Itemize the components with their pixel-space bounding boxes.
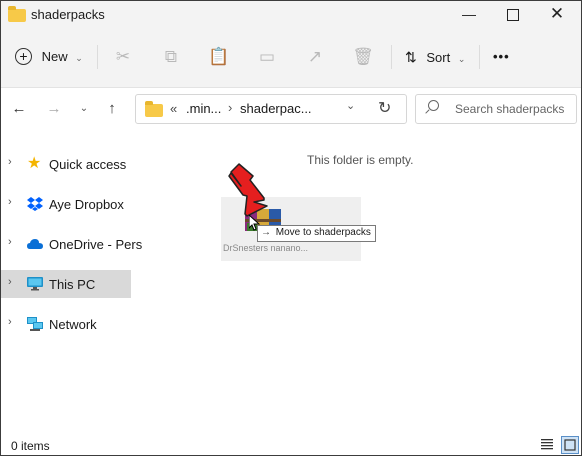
chevron-down-icon: ⌄	[75, 53, 83, 63]
command-bar: + New ⌄ ✂ ⧉ 📋 ▭ ↗ 🗑 ⇅ Sort ⌄ •••	[1, 29, 581, 88]
folder-icon	[8, 6, 26, 22]
toolbar-divider	[97, 45, 98, 69]
red-arrow-annotation	[219, 162, 269, 218]
expand-chevron-icon[interactable]: ›	[8, 316, 12, 328]
dropbox-icon	[27, 196, 43, 212]
expand-chevron-icon[interactable]: ›	[8, 156, 12, 168]
share-icon[interactable]: ↗	[301, 43, 329, 71]
overflow-crumb[interactable]: «	[170, 101, 177, 116]
sidebar-item-this-pc[interactable]: › This PC	[1, 270, 131, 298]
expand-chevron-icon[interactable]: ›	[8, 196, 12, 208]
sort-button[interactable]: ⇅ Sort ⌄	[405, 43, 475, 71]
refresh-icon[interactable]: ↻	[378, 98, 391, 118]
forward-arrow-icon[interactable]: →	[43, 98, 65, 120]
paste-icon[interactable]: 📋	[205, 43, 233, 71]
breadcrumb-minecraft[interactable]: .min...	[186, 101, 221, 116]
folder-icon	[145, 101, 163, 117]
network-icon	[27, 316, 43, 332]
move-tooltip: → Move to shaderpacks	[257, 225, 376, 242]
sidebar-item-network[interactable]: › Network	[1, 310, 131, 338]
cloud-icon	[27, 236, 43, 252]
copy-icon[interactable]: ⧉	[157, 43, 185, 71]
large-icons-view-icon[interactable]	[561, 436, 579, 454]
details-view-icon[interactable]	[541, 438, 553, 450]
empty-folder-message: This folder is empty.	[307, 153, 414, 167]
cut-icon[interactable]: ✂	[109, 43, 137, 71]
expand-chevron-icon[interactable]: ›	[8, 276, 12, 288]
expand-chevron-icon[interactable]: ›	[8, 236, 12, 248]
chevron-right-icon: ›	[228, 100, 233, 115]
maximize-button[interactable]	[491, 1, 535, 29]
sidebar-item-label: Network	[49, 317, 97, 332]
computer-monitor-icon	[27, 276, 43, 292]
close-button[interactable]: ✕	[535, 1, 579, 29]
star-icon: ★	[27, 155, 42, 172]
sort-icon: ⇅	[405, 49, 417, 65]
navigation-pane: › ★ Quick access › Aye Dropbox › OneDriv…	[1, 130, 142, 430]
new-button[interactable]: + New ⌄	[15, 43, 87, 71]
chevron-down-icon: ⌄	[457, 54, 466, 64]
move-tooltip-label: Move to shaderpacks	[275, 227, 371, 238]
rename-icon[interactable]: ▭	[253, 43, 281, 71]
status-bar: 0 items	[1, 433, 581, 455]
sort-button-label: Sort	[426, 50, 451, 65]
back-arrow-icon[interactable]: ←	[8, 98, 30, 120]
item-count: 0 items	[11, 439, 50, 453]
delete-icon[interactable]: 🗑	[349, 43, 377, 71]
address-dropdown-chevron-icon[interactable]: ⌄	[346, 99, 355, 112]
breadcrumb-shaderpacks[interactable]: shaderpac...	[240, 101, 312, 116]
toolbar-divider	[391, 45, 392, 69]
title-bar: shaderpacks — ✕	[1, 1, 581, 29]
search-box[interactable]: Search shaderpacks	[415, 94, 577, 124]
sidebar-item-label: Quick access	[49, 157, 127, 172]
new-button-label: New	[41, 49, 68, 64]
up-arrow-icon[interactable]: ↑	[101, 98, 123, 120]
sidebar-item-quick-access[interactable]: › ★ Quick access	[1, 150, 131, 178]
sidebar-item-onedrive[interactable]: › OneDrive - Pers	[1, 230, 142, 258]
move-arrow-icon: →	[261, 227, 271, 238]
search-placeholder: Search shaderpacks	[455, 102, 565, 116]
window-title: shaderpacks	[31, 7, 105, 22]
explorer-window: shaderpacks — ✕ + New ⌄ ✂ ⧉ 📋 ▭ ↗ 🗑 ⇅ So…	[0, 0, 582, 456]
recent-locations-chevron-icon[interactable]: ⌄	[73, 98, 95, 120]
more-options-button[interactable]: •••	[493, 43, 521, 71]
toolbar-divider	[479, 45, 480, 69]
plus-circle-icon: +	[15, 47, 32, 65]
minimize-button[interactable]: —	[447, 1, 491, 29]
dragged-file-name: DrSnesters nanano...	[223, 243, 309, 253]
address-bar[interactable]: « .min... › shaderpac... ⌄ ↻	[135, 94, 407, 124]
search-icon-handle	[425, 109, 430, 114]
sidebar-item-label: Aye Dropbox	[49, 197, 124, 212]
sidebar-item-dropbox[interactable]: › Aye Dropbox	[1, 190, 131, 218]
sidebar-item-label: OneDrive - Pers	[49, 237, 143, 252]
sidebar-item-label: This PC	[49, 277, 96, 292]
